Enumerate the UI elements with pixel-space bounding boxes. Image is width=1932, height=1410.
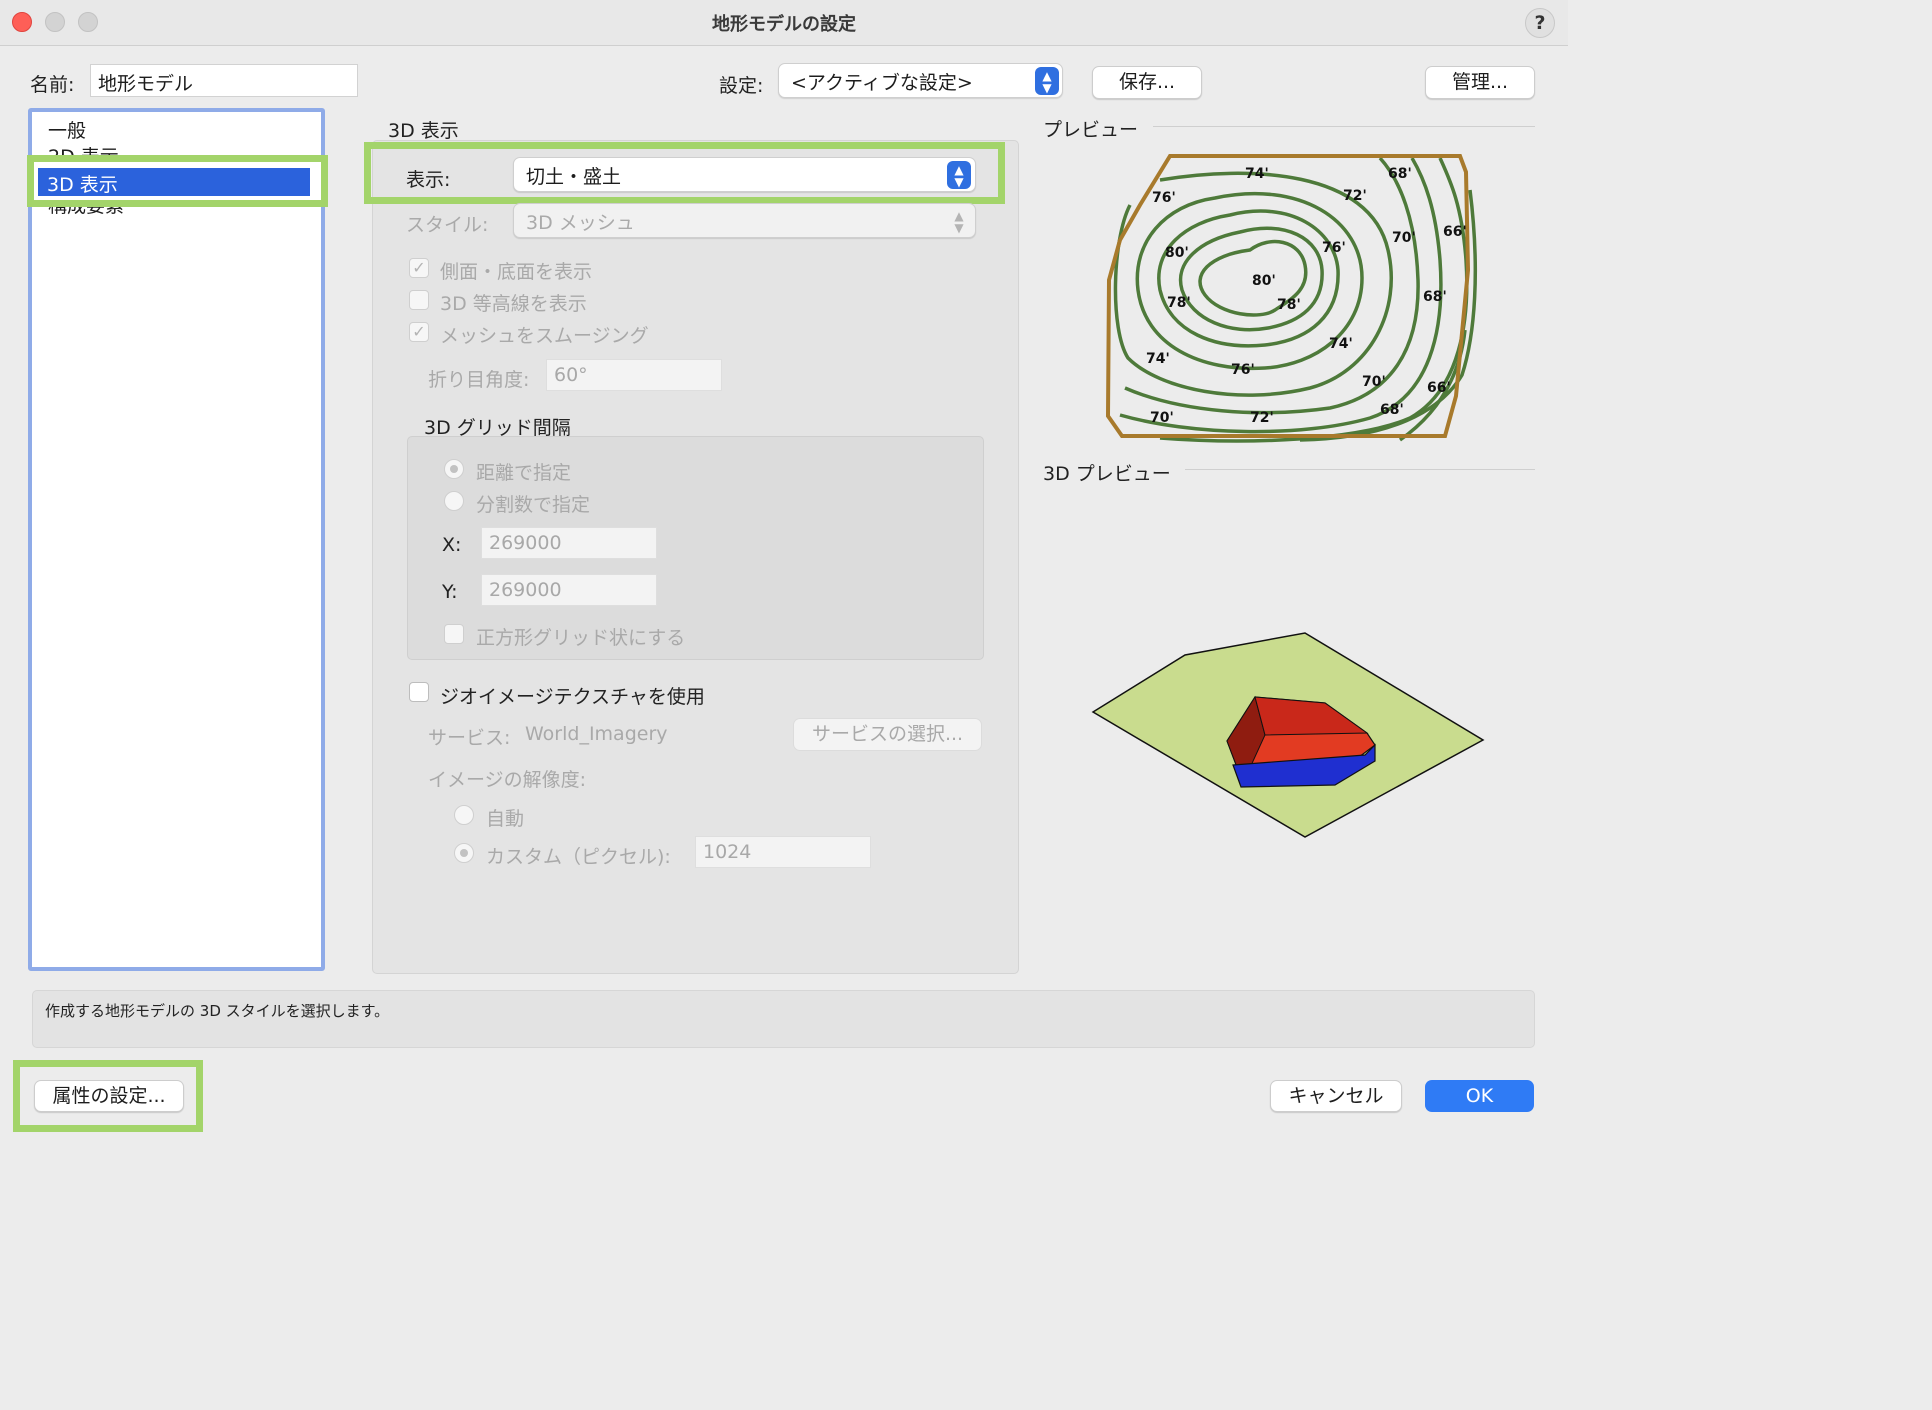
preview-divider (1153, 126, 1535, 127)
preview-title: プレビュー (1043, 119, 1139, 141)
resolution-pixels-input[interactable]: 1024 (695, 836, 871, 868)
contour-label: 78' (1167, 295, 1191, 311)
smooth-mesh-checkbox[interactable]: ✓ (409, 322, 429, 342)
square-grid-label: 正方形グリッド状にする (476, 627, 686, 649)
category-list[interactable] (28, 108, 325, 971)
contour-label: 80' (1165, 245, 1189, 261)
show-side-bottom-checkbox[interactable]: ✓ (409, 258, 429, 278)
popup-chevrons-icon: ▲ ▼ (1035, 67, 1059, 95)
save-button[interactable]: 保存... (1092, 66, 1202, 99)
panel-title: 3D 表示 (388, 120, 459, 142)
popup-chevrons-icon: ▲ ▼ (954, 209, 964, 235)
resolution-auto-radio[interactable] (454, 805, 474, 825)
contour-label: 76' (1231, 362, 1255, 378)
highlight-sidebar-selection (27, 155, 328, 207)
show-side-bottom-label: 側面・底面を表示 (440, 261, 593, 283)
sidebar-item-general[interactable]: 一般 (48, 116, 86, 143)
contour-label: 66' (1443, 224, 1467, 240)
contour-label: 70' (1392, 230, 1416, 246)
contour-label: 74' (1146, 351, 1170, 367)
3d-preview-title: 3D プレビュー (1043, 463, 1171, 485)
style-popup[interactable]: 3D メッシュ ▲ ▼ (513, 203, 976, 238)
x-label: X: (442, 534, 462, 556)
square-grid-checkbox[interactable] (444, 624, 464, 644)
contour-preview-image: 74' 76' 72' 68' 66' 70' 80' 80' 78' 78' … (1105, 154, 1478, 443)
smooth-mesh-label: メッシュをスムージング (440, 325, 649, 347)
contour-label: 76' (1152, 190, 1176, 206)
geo-texture-checkbox[interactable] (409, 682, 429, 702)
contour-label: 66' (1427, 380, 1451, 396)
resolution-custom-label: カスタム（ピクセル): (486, 846, 671, 868)
cancel-button[interactable]: キャンセル (1270, 1080, 1402, 1112)
contour-label: 74' (1329, 336, 1353, 352)
resolution-auto-label: 自動 (486, 808, 525, 830)
grid-by-distance-label: 距離で指定 (476, 462, 572, 484)
show-3d-contours-checkbox[interactable] (409, 290, 429, 310)
y-label: Y: (442, 581, 458, 603)
style-label: スタイル: (406, 214, 489, 236)
style-popup-value: 3D メッシュ (526, 212, 635, 234)
contour-label: 72' (1250, 410, 1274, 426)
contour-label: 80' (1252, 273, 1276, 289)
contour-label: 70' (1150, 410, 1174, 426)
contour-label: 72' (1343, 188, 1367, 204)
ok-button[interactable]: OK (1425, 1080, 1534, 1112)
settings-popup-value: <アクティブな設定> (791, 72, 973, 94)
3d-preview-divider (1185, 469, 1535, 470)
contour-label: 74' (1245, 166, 1269, 182)
crease-angle-input[interactable]: 60° (546, 359, 722, 391)
window-title: 地形モデルの設定 (712, 14, 856, 35)
3d-preview-image (1091, 632, 1485, 838)
contour-label: 76' (1322, 240, 1346, 256)
contour-label: 68' (1380, 402, 1404, 418)
service-label: サービス: (428, 727, 511, 749)
help-text-area: 作成する地形モデルの 3D スタイルを選択します。 (32, 990, 1535, 1048)
grid-by-divisions-radio[interactable] (444, 491, 464, 511)
settings-label: 設定: (719, 75, 764, 97)
grid-by-divisions-label: 分割数で指定 (476, 494, 591, 516)
contour-label: 68' (1388, 166, 1412, 182)
name-label: 名前: (30, 74, 75, 96)
y-spacing-input[interactable]: 269000 (481, 574, 657, 606)
settings-popup[interactable]: <アクティブな設定> ▲ ▼ (778, 63, 1063, 98)
highlight-display-popup (364, 142, 1005, 204)
contour-label: 78' (1277, 297, 1301, 313)
contour-label: 70' (1362, 374, 1386, 390)
manage-button[interactable]: 管理... (1425, 66, 1535, 99)
image-resolution-label: イメージの解像度: (428, 769, 587, 791)
contour-label: 68' (1423, 289, 1447, 305)
show-3d-contours-label: 3D 等高線を表示 (440, 293, 587, 315)
highlight-attributes-button (13, 1060, 203, 1132)
geo-texture-label: ジオイメージテクスチャを使用 (440, 686, 705, 708)
name-input[interactable]: 地形モデル (90, 64, 358, 97)
resolution-custom-radio[interactable] (454, 843, 474, 863)
sidebar-item-2d-display[interactable]: 2D 表示 (48, 142, 119, 156)
grid-by-distance-radio[interactable] (444, 459, 464, 479)
select-service-button[interactable]: サービスの選択... (793, 718, 982, 751)
service-value: World_Imagery (525, 723, 668, 745)
help-button[interactable]: ? (1525, 8, 1555, 38)
x-spacing-input[interactable]: 269000 (481, 527, 657, 559)
crease-angle-label: 折り目角度: (428, 369, 530, 391)
